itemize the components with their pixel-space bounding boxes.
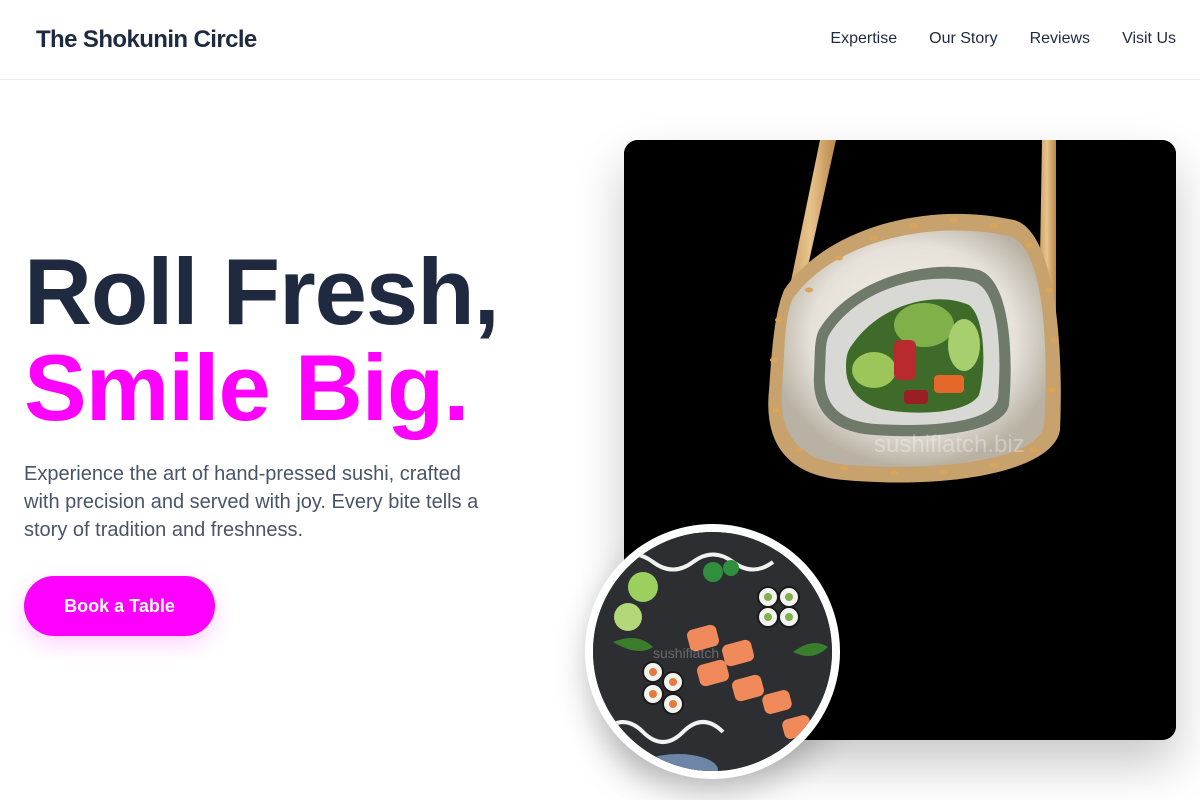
site-header: The Shokunin Circle Expertise Our Story … [0, 0, 1200, 80]
hero-title-line1: Roll Fresh, [24, 239, 500, 344]
hero-title-line2: Smile Big. [24, 335, 469, 440]
image-watermark: sushiflatch.biz [874, 431, 1025, 458]
nav-link-reviews[interactable]: Reviews [1030, 29, 1090, 49]
nav-link-our-story[interactable]: Our Story [929, 29, 997, 49]
book-table-button[interactable]: Book a Table [24, 576, 215, 636]
sushi-platter-illustration: sushiflatch [593, 532, 832, 771]
inset-image-watermark: sushiflatch [653, 645, 719, 661]
page: The Shokunin Circle Expertise Our Story … [0, 0, 1200, 800]
hero-inset-image: sushiflatch [585, 524, 840, 779]
inset-image-frame: sushiflatch [593, 532, 832, 771]
brand-logo[interactable]: The Shokunin Circle [36, 25, 257, 55]
hero-description: Experience the art of hand-pressed sushi… [24, 463, 479, 541]
hero-title: Roll Fresh, Smile Big. [24, 239, 500, 440]
main-nav: Expertise Our Story Reviews Visit Us [830, 29, 1176, 49]
nav-link-visit-us[interactable]: Visit Us [1122, 29, 1176, 49]
nav-link-expertise[interactable]: Expertise [830, 29, 897, 49]
